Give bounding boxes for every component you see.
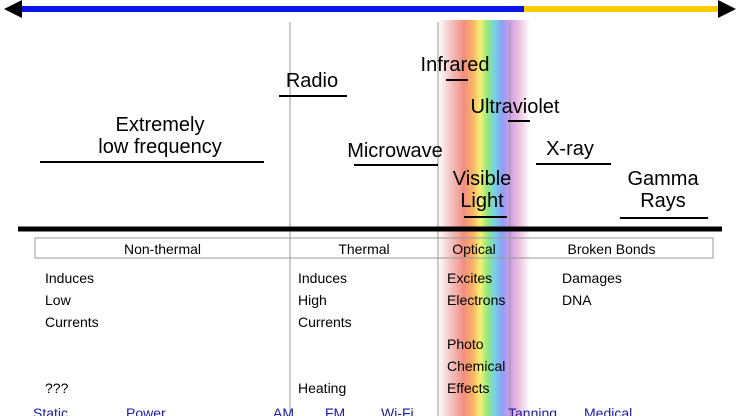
visible-label-line2: Light bbox=[460, 190, 504, 212]
gamma-label-line1: Gamma bbox=[627, 168, 699, 190]
effect-line: High bbox=[298, 292, 327, 308]
effect-line: Currents bbox=[45, 314, 99, 330]
effect-line bbox=[45, 333, 99, 355]
effect-line: Heating bbox=[298, 380, 347, 396]
effects-broken-bonds: Damages DNA bbox=[562, 267, 622, 311]
effect-line: Effects bbox=[447, 380, 490, 396]
effect-line: Chemical bbox=[447, 358, 506, 374]
gamma-label-line2: Rays bbox=[640, 190, 686, 212]
effect-line bbox=[298, 355, 352, 377]
elf-label: Extremely low frequency bbox=[60, 114, 260, 158]
effect-line: Currents bbox=[298, 314, 352, 330]
arrow-head-left bbox=[4, 0, 22, 18]
effect-line: Induces bbox=[45, 270, 95, 286]
effect-line bbox=[298, 333, 352, 355]
effects-nonthermal: Induces Low Currents ??? bbox=[45, 267, 99, 399]
ultraviolet-label: Ultraviolet bbox=[470, 96, 560, 118]
category-thermal: Thermal bbox=[338, 241, 390, 257]
visible-label-line1: Visible bbox=[452, 168, 512, 190]
application-fm: FM bbox=[325, 405, 346, 416]
category-optical: Optical bbox=[452, 241, 496, 257]
effect-line: DNA bbox=[562, 292, 592, 308]
application-medical: Medical bbox=[584, 405, 633, 416]
application-wifi: Wi-Fi bbox=[381, 405, 414, 416]
effect-line: Low bbox=[45, 292, 71, 308]
effect-line: Photo bbox=[447, 336, 484, 352]
effects-optical: Excites Electrons Photo Chemical Effects bbox=[447, 267, 505, 399]
elf-label-line1: Extremely bbox=[115, 114, 205, 136]
application-tanning: Tanning bbox=[508, 405, 558, 416]
visible-label: Visible Light bbox=[442, 168, 522, 212]
application-power: Power bbox=[126, 405, 166, 416]
application-am: AM bbox=[273, 405, 294, 416]
arrow-head-right bbox=[718, 0, 736, 18]
effect-line bbox=[447, 311, 505, 333]
elf-label-line2: low frequency bbox=[98, 136, 222, 158]
effect-line: ??? bbox=[45, 380, 69, 396]
category-nonthermal: Non-thermal bbox=[123, 241, 202, 257]
effect-line: Excites bbox=[447, 270, 493, 286]
effect-line bbox=[45, 355, 99, 377]
effect-line: Induces bbox=[298, 270, 348, 286]
gamma-label: Gamma Rays bbox=[616, 168, 710, 212]
xray-label: X-ray bbox=[546, 138, 594, 160]
effect-line: Electrons bbox=[447, 292, 506, 308]
application-static: Static bbox=[33, 405, 69, 416]
microwave-label: Microwave bbox=[347, 140, 443, 162]
radio-label: Radio bbox=[285, 70, 339, 92]
category-broken-bonds: Broken Bonds bbox=[567, 241, 656, 257]
effect-line: Damages bbox=[562, 270, 622, 286]
infrared-label: Infrared bbox=[420, 54, 490, 76]
em-spectrum-diagram: Extremely low frequency Radio Microwave … bbox=[0, 0, 740, 416]
effects-thermal: Induces High Currents Heating bbox=[298, 267, 352, 399]
